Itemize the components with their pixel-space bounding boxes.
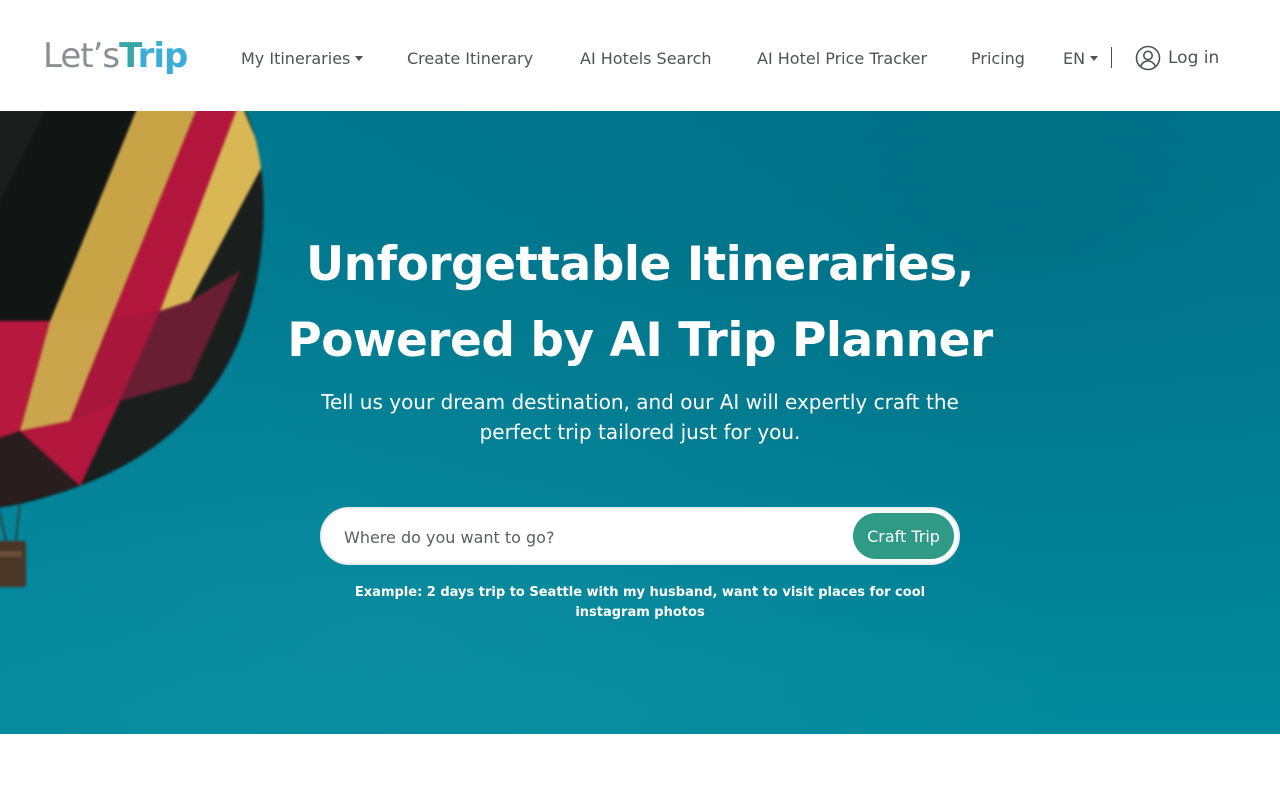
nav-create-itinerary[interactable]: Create Itinerary [407, 46, 533, 70]
language-label: EN [1063, 48, 1086, 68]
nav-ai-hotels-search[interactable]: AI Hotels Search [580, 46, 712, 70]
nav-pricing[interactable]: Pricing [971, 46, 1025, 70]
language-selector[interactable]: EN [1063, 46, 1099, 70]
hero-title-line2: Powered by AI Trip Planner [287, 313, 993, 368]
logo-text-lets: Let’s [43, 36, 120, 76]
site-header: Let’s Trip My Itineraries Create Itinera… [0, 0, 1280, 111]
craft-trip-button[interactable]: Craft Trip [853, 513, 954, 559]
hero-title-line1: Unforgettable Itineraries, [306, 237, 975, 292]
destination-search-box: Craft Trip [320, 507, 960, 565]
caret-down-icon [1090, 56, 1099, 61]
user-circle-icon [1135, 45, 1161, 70]
hot-air-balloon-image [0, 111, 264, 587]
hero-title: Unforgettable Itineraries, Powered by AI… [240, 227, 1040, 379]
search-example-text: Example: 2 days trip to Seattle with my … [354, 585, 926, 620]
nav-my-itineraries-dropdown[interactable]: My Itineraries [241, 46, 364, 70]
hero-subtitle: Tell us your dream destination, and our … [321, 390, 959, 444]
caret-down-icon [355, 56, 364, 61]
nav-my-itineraries-label: My Itineraries [241, 48, 351, 68]
destination-search-input[interactable] [344, 523, 844, 551]
nav-ai-hotel-price-tracker[interactable]: AI Hotel Price Tracker [757, 46, 927, 70]
login-button[interactable]: Log in [1135, 44, 1219, 71]
logo-text-trip: Trip [119, 36, 188, 76]
login-label: Log in [1168, 47, 1220, 68]
hero-section: Unforgettable Itineraries, Powered by AI… [0, 111, 1280, 734]
nav-divider [1111, 47, 1112, 68]
letstrip-logo[interactable]: Let’s Trip [43, 36, 188, 80]
